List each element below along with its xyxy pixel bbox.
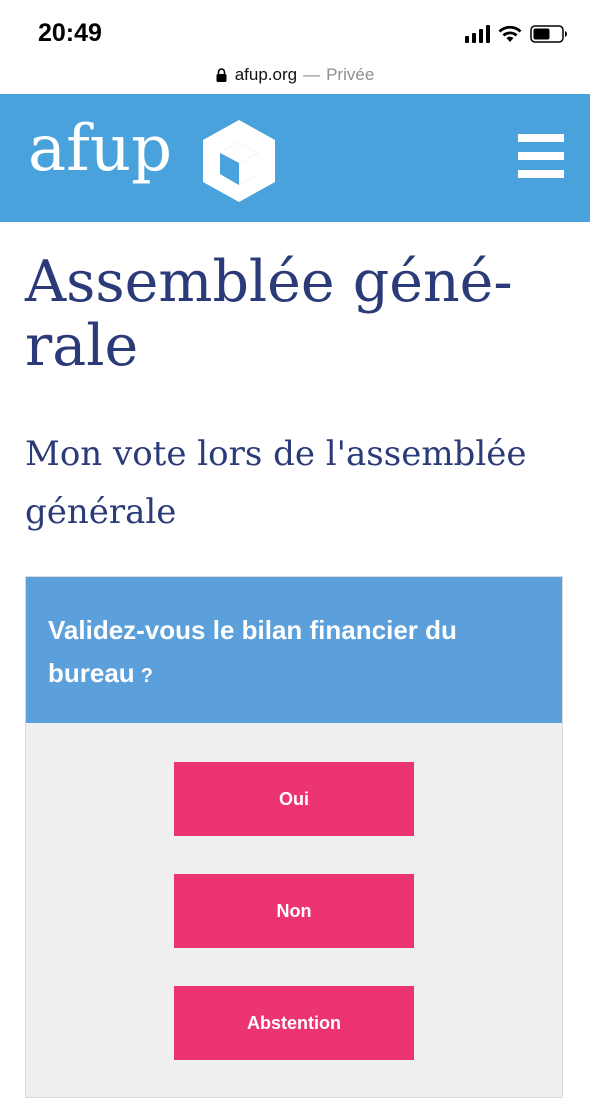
- question-text: Validez-vous le bilan financier du burea…: [48, 609, 538, 698]
- status-icons: [465, 22, 568, 46]
- address-bar[interactable]: afup.org — Privée: [0, 56, 590, 94]
- url-text: afup.org: [234, 65, 298, 84]
- vote-abstention-button[interactable]: Abstention: [174, 986, 414, 1060]
- browsing-mode: Privée: [326, 65, 375, 84]
- vote-card: Validez-vous le bilan financier du burea…: [25, 576, 563, 1098]
- wifi-icon: [498, 25, 522, 42]
- lock-icon: [216, 68, 227, 82]
- logo-text[interactable]: afup: [28, 112, 172, 186]
- battery-icon: [530, 25, 567, 43]
- url-separator: —: [303, 65, 321, 84]
- status-bar: 20:49: [0, 0, 590, 64]
- question-mark: ?: [140, 665, 153, 687]
- vote-oui-button[interactable]: Oui: [174, 762, 414, 836]
- question-label: Validez-vous le bilan financier du burea…: [48, 615, 457, 688]
- question-header: Validez-vous le bilan financier du burea…: [26, 577, 562, 723]
- site-header: afup: [0, 94, 590, 222]
- hamburger-menu-icon[interactable]: [518, 134, 564, 178]
- logo-hexagon-icon[interactable]: [200, 118, 278, 204]
- page-subtitle: Mon vote lors de l'assemblée générale: [25, 434, 527, 532]
- vote-non-button[interactable]: Non: [174, 874, 414, 948]
- signal-icon: [465, 25, 490, 43]
- status-time: 20:49: [38, 19, 102, 47]
- page-title: Assemblée géné-rale: [25, 249, 513, 379]
